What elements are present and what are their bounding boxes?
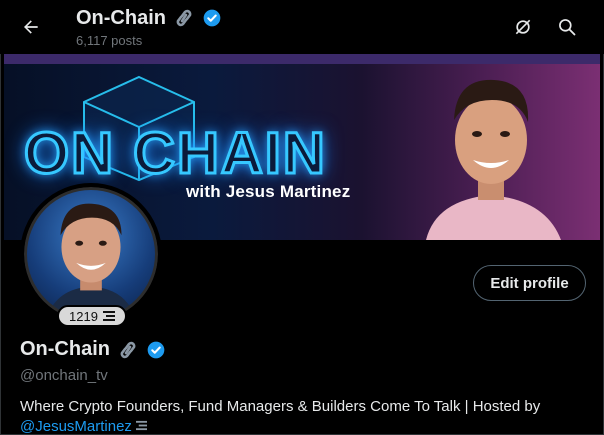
- header-title-row: On-Chain: [76, 6, 222, 30]
- link-icon: [120, 341, 136, 358]
- profile-avatar[interactable]: [20, 183, 162, 325]
- header-title: On-Chain: [76, 7, 166, 29]
- post-count: 6,117 posts: [76, 33, 143, 48]
- edit-profile-button[interactable]: Edit profile: [473, 265, 586, 301]
- avatar-image: [24, 187, 158, 321]
- verified-icon[interactable]: [146, 340, 166, 360]
- banner-title: ON CHAIN: [23, 121, 327, 186]
- stack-icon: [136, 420, 148, 431]
- link-icon: [176, 9, 192, 27]
- search-icon: [559, 19, 576, 36]
- search-button[interactable]: [552, 12, 582, 42]
- host-photo: [426, 79, 561, 240]
- header-title-block: On-Chain 6,117 posts: [76, 6, 222, 48]
- banner-subtitle: with Jesus Martinez: [186, 182, 351, 201]
- profile-name: On-Chain: [20, 338, 110, 360]
- follower-badge[interactable]: 1219: [57, 305, 127, 327]
- stack-icon: [102, 311, 115, 321]
- verified-icon: [203, 9, 221, 27]
- profile-bio: Where Crypto Founders, Fund Managers & B…: [20, 397, 590, 435]
- mute-icon: [515, 19, 531, 35]
- profile-handle: @onchain_tv: [20, 367, 108, 384]
- bio-text: Where Crypto Founders, Fund Managers & B…: [20, 398, 541, 415]
- bio-mention-link[interactable]: @JesusMartinez: [20, 418, 132, 435]
- mute-button[interactable]: [508, 12, 538, 42]
- back-arrow-icon: [24, 20, 38, 34]
- avatar-face-graphic: [46, 203, 136, 318]
- badge-count: 1219: [69, 308, 98, 324]
- back-button[interactable]: [14, 10, 48, 44]
- profile-name-row: On-Chain: [20, 338, 166, 361]
- profile-header: On-Chain 6,117 posts: [0, 0, 604, 54]
